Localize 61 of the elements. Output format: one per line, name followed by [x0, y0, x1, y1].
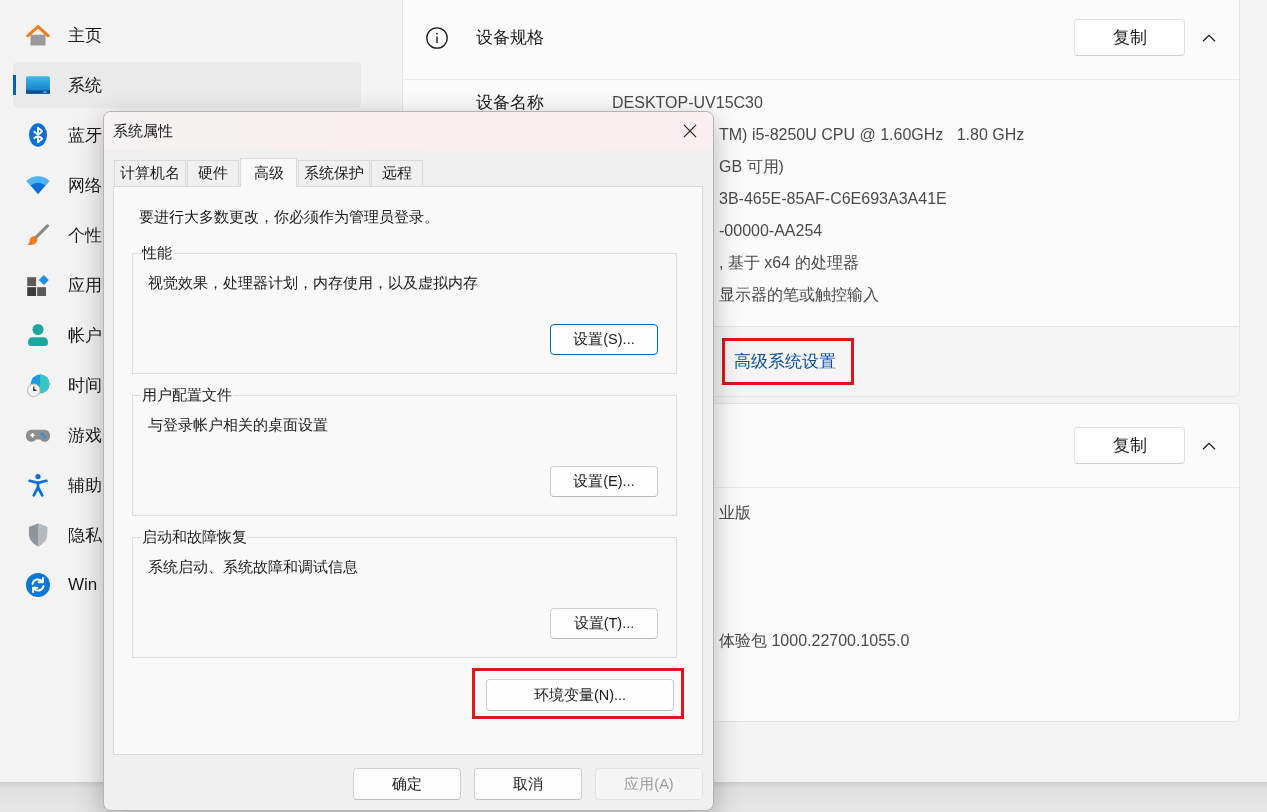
- refresh-icon: [26, 573, 50, 597]
- settings-button[interactable]: 设置(T)...: [550, 608, 658, 639]
- person-icon: [28, 324, 48, 346]
- spec-value: -00000-AA254: [719, 222, 823, 240]
- tab[interactable]: 系统保护: [298, 160, 370, 186]
- chevron-up-icon[interactable]: [1202, 441, 1216, 450]
- spec-value: 体验包 1000.22700.1055.0: [719, 630, 910, 651]
- apps-icon: [27, 274, 49, 296]
- nav-item[interactable]: 游戏: [13, 412, 102, 458]
- tab[interactable]: 计算机名: [114, 160, 186, 186]
- spec-value: 显示器的笔或触控输入: [719, 284, 879, 305]
- spec-value: , 基于 x64 的处理器: [719, 252, 859, 273]
- tab[interactable]: 远程: [371, 160, 423, 186]
- group-title: 性能: [141, 243, 173, 263]
- nav-item[interactable]: 个性: [13, 212, 102, 258]
- monitor-icon: [26, 76, 50, 94]
- brush-icon: [27, 224, 49, 246]
- wifi-icon: [26, 176, 50, 194]
- spec-label: 设备名称: [476, 93, 544, 111]
- ok-button[interactable]: 确定: [353, 768, 461, 800]
- close-icon: [683, 124, 697, 138]
- chevron-up-icon[interactable]: [1202, 33, 1216, 42]
- section-title: 设备规格: [476, 27, 544, 49]
- spec-value: 3B-465E-85AF-C6E693A3A41E: [719, 190, 947, 208]
- nav-item[interactable]: 网络: [13, 162, 102, 208]
- nav-item[interactable]: Win: [13, 562, 98, 608]
- settings-button[interactable]: 设置(E)...: [550, 466, 658, 497]
- group-title: 用户配置文件: [141, 385, 233, 405]
- environment-variables-button[interactable]: 环境变量(N)...: [486, 679, 674, 711]
- group-description: 系统启动、系统故障和调试信息: [148, 558, 358, 577]
- bluetooth-icon: [29, 123, 47, 147]
- group-title: 启动和故障恢复: [141, 527, 248, 547]
- group-description: 与登录帐户相关的桌面设置: [148, 416, 328, 435]
- tab[interactable]: 高级: [240, 158, 297, 187]
- shield-icon: [28, 523, 48, 547]
- settings-link[interactable]: 高级系统设置: [734, 350, 836, 373]
- nav-item[interactable]: 蓝牙: [13, 112, 102, 158]
- tab[interactable]: 硬件: [187, 160, 239, 186]
- spec-value: GB 可用): [719, 156, 784, 177]
- nav-item[interactable]: 应用: [13, 262, 102, 308]
- group-description: 视觉效果，处理器计划，内存使用，以及虚拟内存: [148, 274, 478, 293]
- dialog-title: 系统属性: [113, 121, 173, 141]
- cancel-button[interactable]: 取消: [474, 768, 582, 800]
- copy-button[interactable]: 复制: [1074, 427, 1185, 464]
- nav-item[interactable]: 时间: [13, 362, 102, 408]
- info-icon: [426, 26, 448, 49]
- copy-button[interactable]: 复制: [1074, 19, 1185, 56]
- spec-value: 业版: [719, 502, 751, 523]
- globe-clock-icon: [26, 373, 50, 397]
- nav-item[interactable]: 主页: [13, 12, 102, 58]
- spec-value: TM) i5-8250U CPU @ 1.60GHz 1.80 GHz: [719, 126, 1025, 144]
- nav-item[interactable]: 隐私: [13, 512, 102, 558]
- nav-item[interactable]: 系统: [13, 62, 361, 108]
- settings-button[interactable]: 设置(S)...: [550, 324, 658, 355]
- notice-text: 要进行大多数更改，你必须作为管理员登录。: [139, 208, 439, 227]
- home-icon: [26, 24, 50, 46]
- spec-value: DESKTOP-UV15C30: [612, 94, 763, 112]
- gamepad-icon: [26, 428, 50, 442]
- accessibility-icon: [28, 473, 48, 497]
- nav-item[interactable]: 辅助: [13, 462, 102, 508]
- nav-item[interactable]: 帐户: [13, 312, 102, 358]
